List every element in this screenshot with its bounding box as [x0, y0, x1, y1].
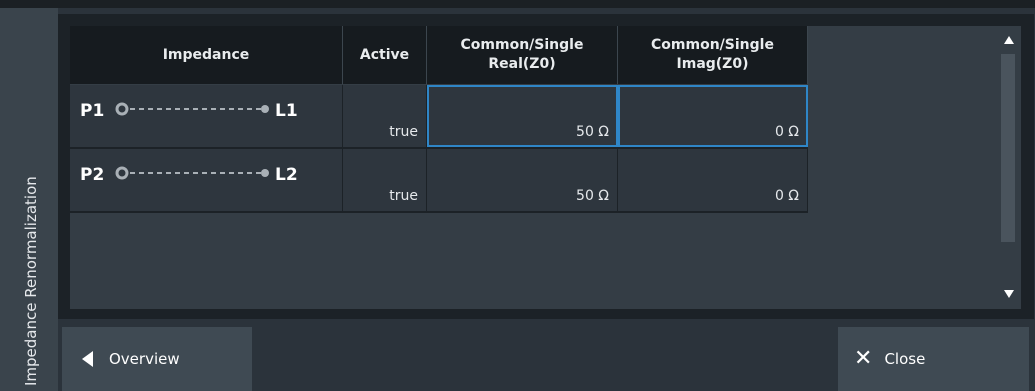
- real-z0-cell[interactable]: 50 Ω: [427, 85, 618, 147]
- close-x-icon: ✕: [854, 346, 873, 371]
- impedance-cell[interactable]: P2 L2: [70, 149, 343, 211]
- imag-z0-cell[interactable]: 0 Ω: [618, 85, 808, 147]
- row-divider: [70, 211, 808, 213]
- real-z0-value: 50 Ω: [576, 124, 609, 140]
- active-cell[interactable]: true: [343, 149, 427, 211]
- active-value: true: [389, 188, 418, 204]
- header-imag-z0: Common/Single Imag(Z0): [618, 26, 808, 84]
- close-button-label: Close: [884, 350, 926, 368]
- side-panel: Impedance Renormalization: [0, 8, 58, 391]
- real-z0-cell[interactable]: 50 Ω: [427, 149, 618, 211]
- port-line-connector-icon: [115, 166, 269, 180]
- active-cell[interactable]: true: [343, 85, 427, 147]
- side-title: Impedance Renormalization: [22, 176, 40, 386]
- impedance-cell[interactable]: P1 L1: [70, 85, 343, 147]
- imag-z0-value: 0 Ω: [774, 124, 799, 140]
- imag-z0-cell[interactable]: 0 Ω: [618, 149, 808, 211]
- real-z0-value: 50 Ω: [576, 188, 609, 204]
- header-real-z0: Common/Single Real(Z0): [427, 26, 618, 84]
- line-label: L1: [275, 101, 298, 121]
- close-button[interactable]: ✕ Close: [838, 327, 1029, 391]
- scroll-down-arrow-icon[interactable]: [1004, 290, 1014, 298]
- scroll-thumb[interactable]: [1001, 54, 1015, 242]
- port-line-connector-icon: [115, 102, 269, 116]
- vertical-scrollbar[interactable]: [997, 26, 1021, 309]
- top-strip: [0, 0, 1035, 8]
- header-active: Active: [343, 26, 427, 84]
- line-label: L2: [275, 165, 298, 185]
- table-row[interactable]: P2 L2 true 50 Ω 0 Ω: [70, 149, 808, 211]
- triangle-left-icon: [82, 351, 93, 367]
- overview-button[interactable]: Overview: [62, 327, 252, 391]
- port-label: P1: [80, 101, 105, 121]
- port-label: P2: [80, 165, 105, 185]
- scroll-up-arrow-icon[interactable]: [1004, 36, 1014, 44]
- header-impedance: Impedance: [70, 26, 343, 84]
- table-row[interactable]: P1 L1 true 50 Ω 0 Ω: [70, 85, 808, 147]
- overview-button-label: Overview: [109, 350, 180, 368]
- imag-z0-value: 0 Ω: [774, 188, 799, 204]
- active-value: true: [389, 124, 418, 140]
